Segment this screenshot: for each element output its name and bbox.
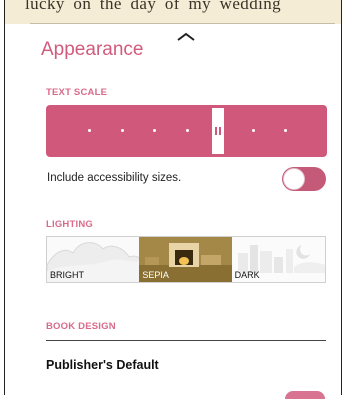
- lighting-option-sepia[interactable]: SEPIA: [139, 237, 232, 282]
- book-design-toggle[interactable]: [285, 391, 325, 399]
- text-scale-slider[interactable]: [46, 105, 327, 157]
- scale-step-dot: [186, 129, 189, 132]
- scale-step-dot: [252, 129, 255, 132]
- book-text-line: lucky on the day of my wedding: [25, 0, 282, 13]
- lighting-option-label: DARK: [234, 270, 260, 280]
- toggle-knob: [283, 168, 305, 190]
- lighting-option-bright[interactable]: BRIGHT: [47, 237, 140, 282]
- lighting-option-dark[interactable]: DARK: [231, 237, 325, 282]
- chevron-up-icon[interactable]: [176, 32, 196, 42]
- grip-icon: [215, 127, 221, 135]
- text-scale-thumb[interactable]: [212, 108, 224, 154]
- scale-step-dot: [121, 129, 124, 132]
- book-page-preview: lucky on the day of my wedding: [5, 0, 341, 24]
- accessibility-sizes-toggle[interactable]: [282, 167, 326, 191]
- accessibility-sizes-label: Include accessibility sizes.: [47, 172, 182, 184]
- window-border-right: [341, 0, 342, 395]
- scale-step-dot: [88, 129, 91, 132]
- lighting-option-label: SEPIA: [142, 270, 169, 280]
- scale-step-dot: [284, 129, 287, 132]
- book-design-value[interactable]: Publisher's Default: [46, 358, 159, 372]
- book-design-divider: [46, 340, 326, 341]
- lighting-label: LIGHTING: [46, 219, 93, 230]
- lighting-option-label: BRIGHT: [50, 270, 85, 280]
- book-design-label: BOOK DESIGN: [46, 321, 116, 332]
- lighting-selector: BRIGHT SEPIA DARK: [46, 236, 326, 283]
- scale-step-dot: [153, 129, 156, 132]
- panel-title: Appearance: [41, 39, 144, 60]
- text-scale-label: TEXT SCALE: [46, 87, 108, 98]
